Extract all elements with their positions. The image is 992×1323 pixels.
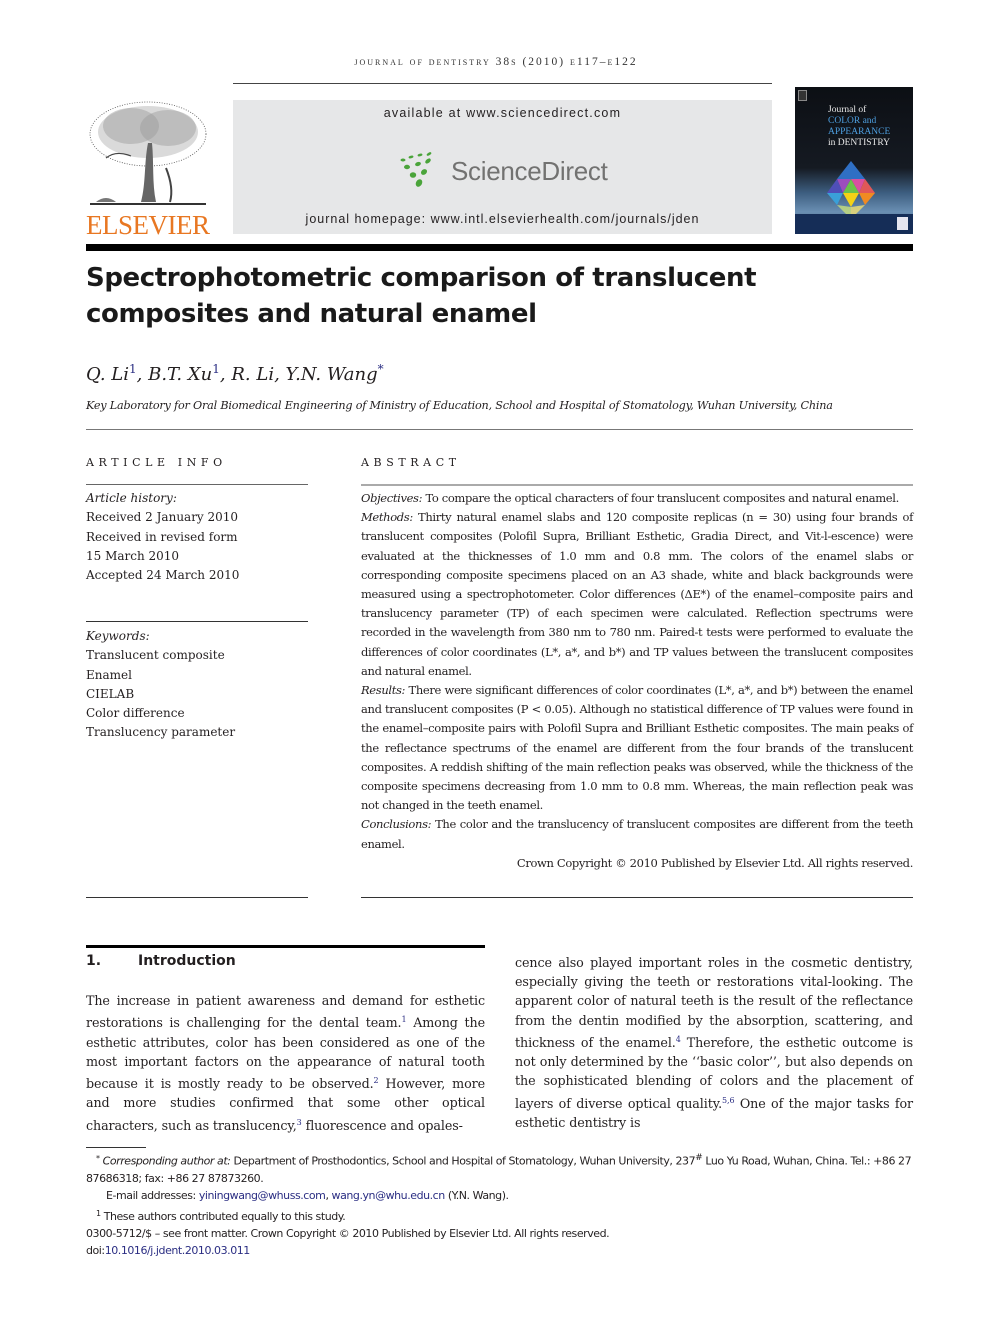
keyword-item: CIELAB	[86, 686, 135, 701]
citation-link[interactable]: 5,6	[722, 1096, 735, 1105]
abstract-methods: Methods: Thirty natural enamel slabs and…	[361, 508, 913, 681]
sciencedirect-dots-icon	[400, 152, 432, 187]
abstract-bottom-rule	[361, 897, 913, 898]
elsevier-logo[interactable]: ELSEVIER	[86, 98, 210, 240]
running-head: journal of dentistry 38s (2010) e117–e12…	[354, 56, 638, 68]
abstract-conclusions-label: Conclusions:	[361, 817, 432, 832]
article-history: Article history: Received 2 January 2010…	[86, 489, 239, 585]
keyword-item: Translucency parameter	[86, 725, 236, 740]
abstract-results-text: There were significant differences of co…	[361, 683, 914, 813]
footnote-text: Department of Prosthodontics, School and…	[230, 1154, 696, 1168]
email-suffix: (Y.N. Wang).	[444, 1189, 509, 1203]
article-title: Spectrophotometric comparison of translu…	[86, 263, 757, 329]
keyword-item: Translucent composite	[86, 648, 225, 663]
cover-crystal-icon	[827, 161, 875, 219]
section-title: Introduction	[138, 953, 236, 969]
author-name[interactable]: Y.N. Wang	[286, 364, 378, 385]
cover-title-line: COLOR and	[828, 116, 877, 126]
equal-contribution-note: 1 These authors contributed equally to t…	[86, 1205, 913, 1225]
author-footnote-mark[interactable]: 1	[129, 362, 137, 376]
article-info-heading: ARTICLE INFO	[86, 456, 227, 469]
email-label: E-mail addresses:	[106, 1189, 199, 1203]
keyword-item: Color difference	[86, 706, 185, 721]
keyword-item: Enamel	[86, 667, 132, 682]
abstract-objectives-text: To compare the optical characters of fou…	[425, 491, 899, 505]
cover-footer	[795, 214, 913, 234]
author-name[interactable]: R. Li	[231, 364, 274, 385]
abstract-methods-label: Methods:	[361, 510, 413, 525]
abstract-methods-text: Thirty natural enamel slabs and 120 comp…	[361, 510, 913, 678]
journal-cover-image[interactable]: Journal of COLOR and APPEARANCE in DENTI…	[795, 87, 913, 234]
history-item: 15 March 2010	[86, 548, 180, 563]
abstract-body: Objectives: To compare the optical chara…	[361, 489, 913, 873]
available-at-link[interactable]: available at www.sciencedirect.com	[233, 106, 772, 120]
section-rule	[86, 945, 485, 948]
abstract-objectives-label: Objectives:	[361, 491, 423, 505]
author-footnote-mark[interactable]: 1	[212, 362, 220, 376]
footnote-mark: *	[96, 1153, 100, 1163]
article-info-bottom-rule	[86, 897, 308, 898]
abstract-objectives: Objectives: To compare the optical chara…	[361, 489, 913, 508]
keywords: Keywords: Translucent composite Enamel C…	[86, 627, 235, 743]
history-item: Accepted 24 March 2010	[86, 568, 240, 583]
abstract-conclusions: Conclusions: The color and the transluce…	[361, 815, 913, 853]
corresponding-author-note: * Corresponding author at: Department of…	[86, 1149, 913, 1187]
section-number: 1.	[86, 953, 102, 969]
email-note: E-mail addresses: yiningwang@whuss.com, …	[86, 1187, 913, 1204]
journal-homepage-link[interactable]: journal homepage: www.intl.elsevierhealt…	[233, 212, 772, 226]
history-item: Received in revised form	[86, 529, 238, 544]
body-column-right: cence also played important roles in the…	[515, 953, 913, 1132]
cover-title-line: Journal of	[828, 105, 867, 115]
email-link[interactable]: yiningwang@whuss.com	[199, 1189, 326, 1202]
cover-title-line: APPEARANCE	[828, 127, 891, 137]
abstract-results: Results: There were significant differen…	[361, 681, 913, 815]
author-name[interactable]: B.T. Xu	[148, 364, 212, 385]
history-item: Received 2 January 2010	[86, 510, 239, 525]
sciencedirect-wordmark: ScienceDirect	[451, 156, 608, 186]
section-heading-introduction: 1. Introduction	[86, 953, 236, 969]
cover-title: Journal of COLOR and APPEARANCE in DENTI…	[828, 105, 890, 149]
keywords-rule	[86, 621, 308, 622]
header-thick-rule	[86, 244, 913, 251]
cover-society-badge-icon	[897, 217, 908, 230]
abstract-conclusions-text: The color and the translucency of transl…	[361, 817, 914, 851]
abstract-rule	[361, 484, 913, 486]
body-text: fluorescence and opales-	[301, 1117, 463, 1133]
footnotes: * Corresponding author at: Department of…	[86, 1149, 913, 1259]
body-column-left: The increase in patient awareness and de…	[86, 991, 485, 1135]
doi-link[interactable]: 10.1016/j.jdent.2010.03.011	[105, 1244, 251, 1257]
sciencedirect-banner: available at www.sciencedirect.com Scien…	[233, 100, 772, 234]
article-history-label: Article history:	[86, 491, 177, 505]
abstract-results-label: Results:	[361, 683, 406, 698]
author-name[interactable]: Q. Li	[86, 364, 129, 385]
cover-title-line: in DENTISTRY	[828, 138, 891, 148]
email-link[interactable]: wang.yn@whu.edu.cn	[332, 1189, 446, 1202]
header-rule	[233, 83, 772, 84]
affiliation-rule	[86, 429, 913, 430]
elsevier-wordmark: ELSEVIER	[86, 210, 210, 240]
footnote-label: Corresponding author at:	[102, 1154, 231, 1168]
cover-elsevier-icon	[798, 90, 807, 101]
elsevier-tree-icon	[86, 98, 210, 210]
doi-line: doi:10.1016/j.jdent.2010.03.011	[86, 1242, 913, 1259]
footnote-rule	[86, 1147, 146, 1148]
affiliation: Key Laboratory for Oral Biomedical Engin…	[86, 399, 833, 412]
abstract-copyright: Crown Copyright © 2010 Published by Else…	[516, 855, 913, 870]
author-list: Q. Li1, B.T. Xu1, R. Li, Y.N. Wang*	[86, 362, 384, 385]
footnote-mark: 1	[96, 1208, 101, 1218]
issn-line: 0300-5712/$ – see front matter. Crown Co…	[86, 1226, 610, 1240]
doi-label: doi:	[86, 1244, 105, 1258]
footnote-text: These authors contributed equally to thi…	[103, 1209, 346, 1223]
abstract-heading: ABSTRACT	[361, 456, 461, 469]
article-info-rule	[86, 484, 308, 485]
keywords-label: Keywords:	[86, 629, 150, 643]
corresponding-author-mark[interactable]: *	[378, 362, 384, 376]
sciencedirect-logo[interactable]: ScienceDirect	[399, 152, 609, 192]
